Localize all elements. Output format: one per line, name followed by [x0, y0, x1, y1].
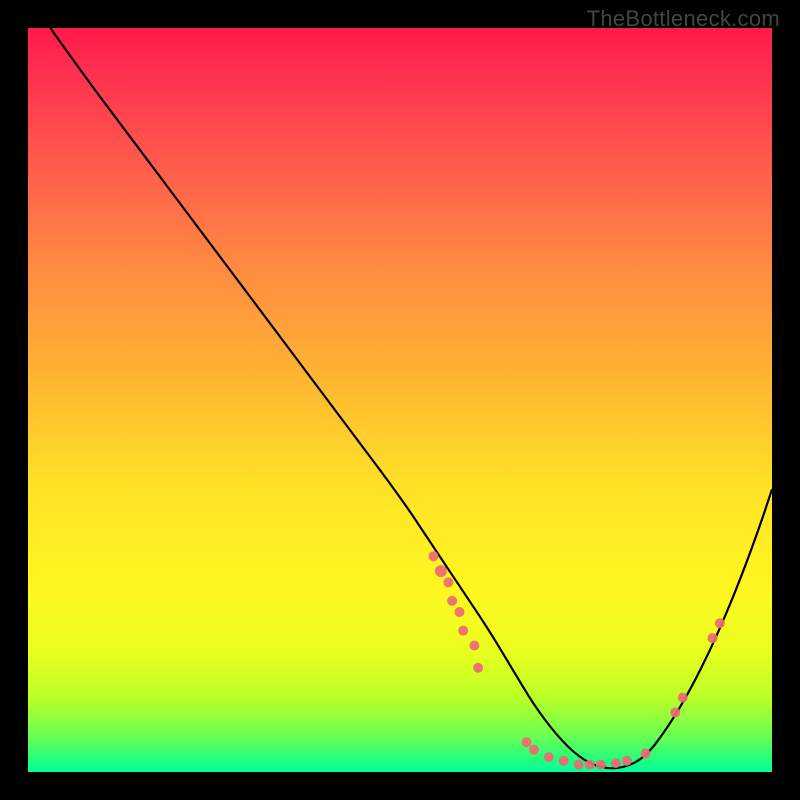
marker-point: [559, 756, 569, 766]
marker-point: [522, 737, 532, 747]
marker-point: [458, 626, 468, 636]
watermark-text: TheBottleneck.com: [587, 6, 780, 32]
marker-point: [596, 760, 606, 770]
marker-point: [715, 618, 725, 628]
marker-point: [429, 551, 439, 561]
marker-point: [622, 756, 632, 766]
bottleneck-curve: [50, 28, 772, 768]
marker-point: [529, 745, 539, 755]
marker-point: [473, 663, 483, 673]
marker-point: [443, 577, 453, 587]
marker-point: [641, 748, 651, 758]
marker-point: [544, 752, 554, 762]
marker-point: [435, 565, 447, 577]
marker-point: [469, 641, 479, 651]
marker-point: [574, 760, 584, 770]
highlight-markers: [429, 551, 725, 769]
marker-point: [678, 693, 688, 703]
marker-point: [447, 596, 457, 606]
plot-area: [28, 28, 772, 772]
marker-point: [585, 760, 595, 770]
marker-point: [670, 708, 680, 718]
chart-overlay: [28, 28, 772, 772]
marker-point: [708, 633, 718, 643]
marker-point: [611, 758, 621, 768]
marker-point: [455, 607, 465, 617]
